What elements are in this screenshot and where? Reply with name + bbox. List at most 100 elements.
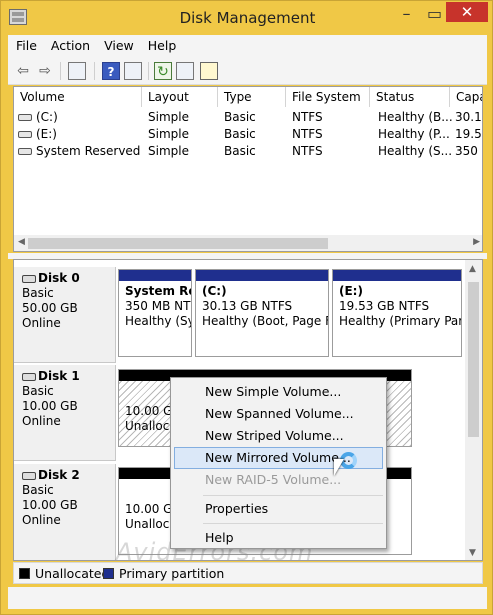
disk-kind: Basic [22, 483, 54, 497]
primary-partition-bar [119, 270, 191, 281]
menu-bar: File Action View Help [8, 35, 487, 57]
status-bar [8, 587, 487, 609]
volume-status: Healthy (P... [378, 127, 450, 141]
primary-swatch [103, 568, 114, 579]
partition-status: Healthy (Primary Parti [339, 314, 462, 328]
volume-capacity: 30.13 [455, 110, 482, 124]
volume-type: Basic [224, 127, 256, 141]
partition-system-reserved[interactable]: System Res 350 MB NTFS Healthy (Sy [118, 269, 192, 357]
volume-icon [18, 114, 32, 121]
unallocated-swatch [19, 568, 30, 579]
menu-new-spanned-volume[interactable]: New Spanned Volume... [205, 404, 354, 424]
volume-status: Healthy (S... [378, 144, 453, 158]
volume-fs: NTFS [292, 144, 323, 158]
back-icon[interactable]: ⇦ [14, 62, 32, 80]
partition-size: 350 MB NTFS [125, 299, 191, 313]
volume-layout: Simple [148, 110, 189, 124]
partition-size: 19.53 GB NTFS [339, 299, 430, 313]
minimize-button[interactable]: – [393, 3, 420, 27]
close-button[interactable]: ✕ [446, 2, 488, 22]
volume-capacity: 19.53 [455, 127, 482, 141]
show-hide-console-tree-icon[interactable] [68, 62, 86, 80]
primary-partition-bar [333, 270, 461, 281]
menu-help-item[interactable]: Help [205, 528, 234, 548]
volume-layout: Simple [148, 127, 189, 141]
column-capacity[interactable]: Capa [450, 87, 482, 107]
disk-icon [22, 274, 36, 283]
partition-status: Healthy (Boot, Page Fil [202, 314, 329, 328]
help-icon[interactable]: ? [102, 62, 120, 80]
title-bar: Disk Management – ▭ ✕ [1, 1, 493, 35]
vertical-scrollbar[interactable]: ▲ ▼ [465, 260, 482, 560]
volume-fs: NTFS [292, 127, 323, 141]
disk-0-label[interactable]: Disk 0 Basic 50.00 GB Online [14, 267, 116, 363]
scroll-down-icon[interactable]: ▼ [469, 548, 476, 558]
volume-icon [18, 131, 32, 138]
column-layout[interactable]: Layout [142, 87, 218, 107]
menu-new-raid5-volume: New RAID-5 Volume... [205, 472, 342, 487]
disk-state: Online [22, 316, 61, 330]
volume-type: Basic [224, 144, 256, 158]
menu-new-mirrored-volume[interactable]: New Mirrored Volume... [205, 448, 351, 468]
menu-file[interactable]: File [8, 35, 43, 53]
partition-size: 30.13 GB NTFS [202, 299, 293, 313]
scroll-up-icon[interactable]: ▲ [469, 264, 476, 274]
toolbar: ⇦ ⇨ ? ↻ [8, 57, 487, 85]
disk-kind: Basic [22, 286, 54, 300]
column-volume[interactable]: Volume [14, 87, 142, 107]
menu-separator [203, 495, 383, 496]
partition-e[interactable]: (E:) 19.53 GB NTFS Healthy (Primary Part… [332, 269, 462, 357]
column-status[interactable]: Status [370, 87, 450, 107]
column-type[interactable]: Type [218, 87, 286, 107]
disk-kind: Basic [22, 384, 54, 398]
volume-row[interactable]: (C:) Simple Basic NTFS Healthy (B... 30.… [14, 108, 482, 126]
partition-c[interactable]: (C:) 30.13 GB NTFS Healthy (Boot, Page F… [195, 269, 329, 357]
disk-size: 50.00 GB [22, 301, 78, 315]
partition-name: (C:) [202, 284, 227, 298]
menu-separator [203, 523, 383, 524]
volume-list: Volume Layout Type File System Status Ca… [13, 86, 483, 252]
maximize-button[interactable]: ▭ [421, 3, 448, 27]
toolbar-divider [148, 62, 149, 80]
toolbar-divider [60, 62, 61, 80]
scroll-right-icon[interactable]: ▶ [473, 237, 480, 247]
volume-layout: Simple [148, 144, 189, 158]
scroll-thumb[interactable] [28, 238, 328, 249]
disk-2-label[interactable]: Disk 2 Basic 10.00 GB Online [14, 464, 116, 560]
volume-icon [18, 148, 32, 155]
properties-icon[interactable] [176, 62, 194, 80]
disk-size: 10.00 GB [22, 399, 78, 413]
show-hide-action-pane-icon[interactable] [124, 62, 142, 80]
legend-unallocated: Unallocated [35, 566, 110, 581]
refresh-icon[interactable]: ↻ [154, 62, 172, 80]
disk-size: 10.00 GB [22, 498, 78, 512]
toolbar-divider [94, 62, 95, 80]
check-icon[interactable] [200, 62, 218, 80]
forward-icon[interactable]: ⇨ [36, 62, 54, 80]
scroll-left-icon[interactable]: ◀ [18, 237, 25, 247]
disk-management-window: Disk Management – ▭ ✕ File Action View Help… [0, 0, 493, 615]
menu-new-simple-volume[interactable]: New Simple Volume... [205, 382, 341, 402]
menu-view[interactable]: View [96, 35, 140, 53]
volume-fs: NTFS [292, 110, 323, 124]
menu-properties[interactable]: Properties [205, 499, 268, 519]
menu-new-striped-volume[interactable]: New Striped Volume... [205, 426, 344, 446]
menu-action[interactable]: Action [43, 35, 96, 53]
disk-icon [22, 372, 36, 381]
column-file-system[interactable]: File System [286, 87, 370, 107]
disk-name: Disk 2 [38, 468, 80, 482]
volume-row[interactable]: System Reserved Simple Basic NTFS Health… [14, 142, 482, 160]
horizontal-scrollbar[interactable]: ◀ ▶ [14, 235, 482, 251]
disk-state: Online [22, 513, 61, 527]
scroll-thumb[interactable] [468, 282, 479, 437]
menu-help[interactable]: Help [140, 35, 183, 53]
disk-name: Disk 0 [38, 271, 80, 285]
disk-name: Disk 1 [38, 369, 80, 383]
volume-row[interactable]: (E:) Simple Basic NTFS Healthy (P... 19.… [14, 125, 482, 143]
disk-1-label[interactable]: Disk 1 Basic 10.00 GB Online [14, 365, 116, 461]
legend-primary: Primary partition [119, 566, 225, 581]
disk-icon [22, 471, 36, 480]
volume-name: (E:) [36, 127, 57, 141]
volume-name: System Reserved [36, 144, 141, 158]
primary-partition-bar [196, 270, 328, 281]
